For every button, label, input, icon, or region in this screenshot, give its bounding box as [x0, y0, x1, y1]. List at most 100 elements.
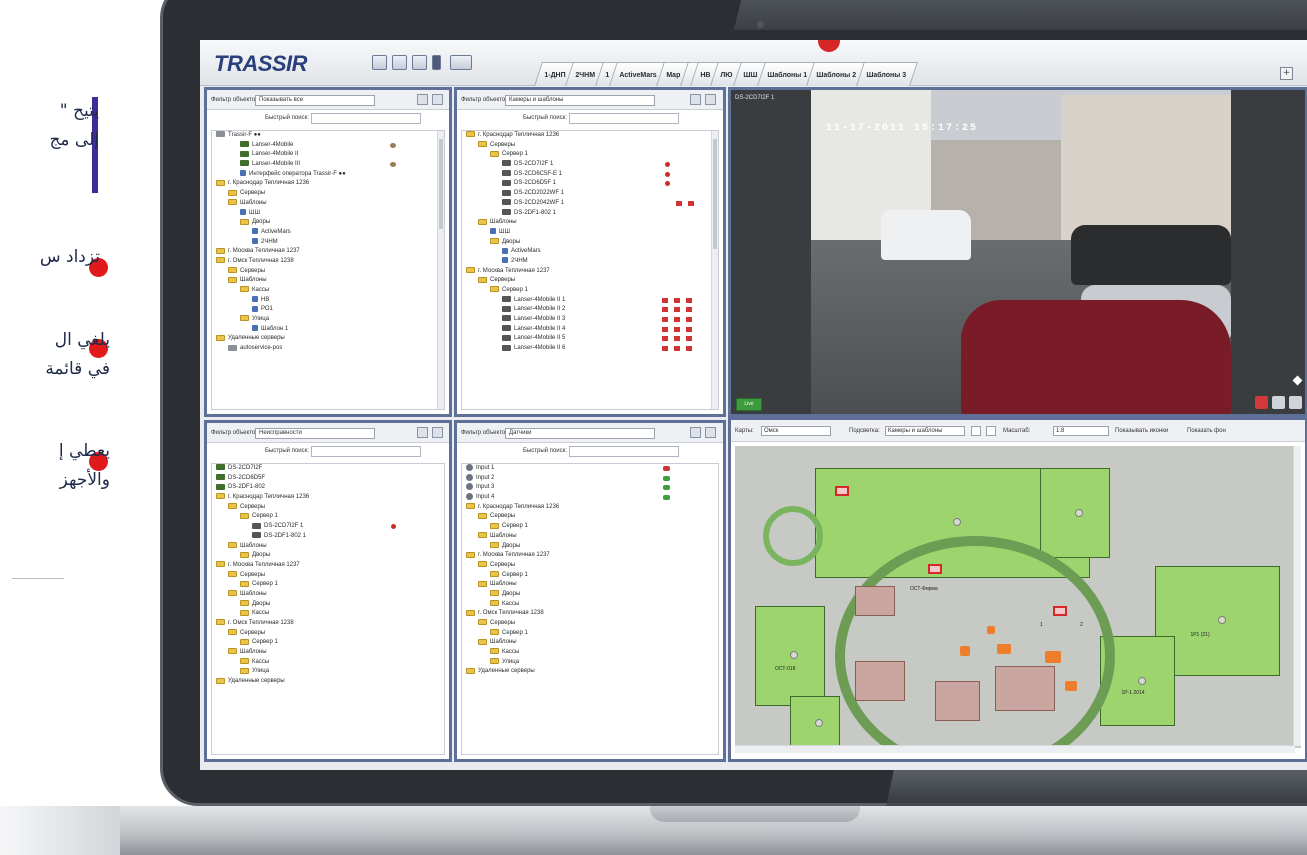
settings-icon[interactable] [417, 427, 428, 438]
tree-row[interactable]: 2ЧНМ [212, 237, 444, 248]
tree-row[interactable]: РО1 [212, 305, 444, 315]
tree-row[interactable]: Шаблоны [212, 276, 444, 286]
scale-select[interactable]: 1:8 [1053, 426, 1109, 436]
tree-row[interactable]: Улица [212, 667, 444, 677]
add-tab-button[interactable]: + [1280, 67, 1293, 80]
tree-row[interactable]: Сервер 1 [462, 150, 718, 160]
tree-row[interactable]: DS-2CD6D5F 1 [462, 179, 718, 189]
tree-row[interactable]: Lanser-4Mobile III [212, 160, 444, 170]
tree-row[interactable]: Серверы [462, 561, 718, 571]
tree-row[interactable]: Сервер 1 [212, 580, 444, 590]
settings-icon[interactable] [1289, 396, 1302, 409]
tree-row[interactable]: DS-2CD7I2F 1 [212, 522, 444, 532]
lock-icon[interactable] [986, 426, 996, 436]
filter-select[interactable]: Показывать все [255, 95, 375, 106]
tree-row[interactable]: Сервер 1 [462, 629, 718, 639]
map-camera-icon[interactable] [1053, 606, 1067, 616]
tree-row[interactable]: ActiveMars [212, 228, 444, 238]
tree-row[interactable]: Серверы [212, 629, 444, 639]
quick-search-input[interactable] [311, 446, 421, 457]
tree-row[interactable]: Lanser-4Mobile II [212, 150, 444, 160]
tree-row[interactable]: Lanser-4Mobile II 2 [462, 305, 718, 315]
tree-row[interactable]: г. Краснодар Тепличная 1236 [212, 493, 444, 503]
tree-row[interactable]: Дворы [212, 218, 444, 228]
tree-row[interactable]: Input 1 [462, 464, 718, 474]
tree-row[interactable]: г. Москва Тепличная 1237 [462, 267, 718, 277]
lock-icon[interactable] [705, 94, 716, 105]
tree-row[interactable]: Дворы [462, 541, 718, 552]
tree-row[interactable]: Дворы [212, 600, 444, 610]
maps-select[interactable]: Омск [761, 426, 831, 436]
tree-row[interactable]: Lanser-4Mobile II 3 [462, 315, 718, 325]
lock-icon[interactable] [432, 94, 443, 105]
tree-row[interactable]: г. Краснодар Тепличная 1236 [462, 131, 718, 141]
layout-menu-button[interactable] [450, 55, 472, 70]
tree-row[interactable]: Шаблоны [462, 580, 718, 590]
tree-row[interactable]: autoservice-pos [212, 344, 444, 354]
tree-row[interactable]: Серверы [212, 570, 444, 581]
settings-icon[interactable] [417, 94, 428, 105]
tree-row[interactable]: Кассы [212, 609, 444, 619]
highlight-select[interactable]: Камеры и шаблоны [885, 426, 965, 436]
live-button[interactable]: Live [736, 398, 762, 411]
tree-row[interactable]: Серверы [462, 141, 718, 151]
tree-row[interactable]: Input 3 [462, 483, 718, 493]
tree-row[interactable]: Шаблоны [462, 218, 718, 228]
tree-row[interactable]: Серверы [212, 189, 444, 199]
tree-row[interactable]: г. Москва Тепличная 1237 [212, 561, 444, 571]
quick-search-input[interactable] [311, 113, 421, 124]
tree-row[interactable]: Lanser-4Mobile II 6 [462, 344, 718, 354]
map-zone[interactable]: ОСТ-018 [755, 606, 825, 706]
lock-icon[interactable] [705, 427, 716, 438]
tree-row[interactable]: DS-2CD7I2F [212, 464, 444, 474]
tab-12[interactable]: Шаблоны 3 [856, 62, 918, 86]
tree-row[interactable]: DS-2DF1-802 1 [462, 208, 718, 219]
tree-row[interactable]: Дворы [462, 237, 718, 248]
tree-row[interactable]: DS-2DF1-802 [212, 483, 444, 493]
settings-icon[interactable] [690, 94, 701, 105]
tree-row[interactable]: Шаблоны [212, 541, 444, 552]
tree-row[interactable]: Сервер 1 [462, 570, 718, 581]
tree-row[interactable]: Серверы [462, 276, 718, 286]
layout-1-button[interactable] [372, 55, 387, 70]
tree-row[interactable]: Серверы [212, 503, 444, 513]
tree-row[interactable]: Улица [212, 315, 444, 325]
camera-view[interactable]: DS-2CD7I2F 1 11-17-2011 15:17:25 Live [728, 87, 1307, 417]
tree-row[interactable]: Улица [462, 658, 718, 668]
tree-row[interactable]: Серверы [462, 619, 718, 629]
tree-row[interactable]: Удаленные серверы [212, 334, 444, 344]
record-icon[interactable] [1255, 396, 1268, 409]
tree-row[interactable]: DS-2CD2042WF 1 [462, 199, 718, 209]
tree-row[interactable]: Lanser-4Mobile [212, 141, 444, 151]
tree-row[interactable]: Дворы [212, 551, 444, 561]
layout-3-button[interactable] [412, 55, 427, 70]
tree-row[interactable]: Lanser-4Mobile II 1 [462, 296, 718, 306]
tree-row[interactable]: ШШ [212, 208, 444, 219]
tree-row[interactable]: Тrassir-F ●● [212, 131, 444, 141]
lock-icon[interactable] [432, 427, 443, 438]
map-canvas[interactable]: ОСТ-018 1Р1 (21) 1Р-1 2014 ОСТ-Фирма 1 2 [735, 446, 1301, 748]
tree-row[interactable]: Input 2 [462, 473, 718, 484]
tree-row[interactable]: Кассы [212, 658, 444, 668]
tree-row[interactable]: г. Краснодар Тепличная 1236 [462, 503, 718, 513]
tree-row[interactable]: Удаленные серверы [462, 667, 718, 677]
tree-row[interactable]: г. Москва Тепличная 1237 [212, 247, 444, 257]
settings-icon[interactable] [690, 427, 701, 438]
tree-row[interactable]: Дворы [462, 590, 718, 600]
tree-row[interactable]: Серверы [212, 267, 444, 277]
map-scrollbar-vertical[interactable] [1293, 446, 1301, 746]
tree-row[interactable]: Сервер 1 [212, 638, 444, 648]
tree-row[interactable]: Кассы [462, 600, 718, 610]
tree-row[interactable]: Кассы [212, 286, 444, 296]
tree-row[interactable]: ШШ [462, 228, 718, 238]
tree-row[interactable]: Шаблоны [212, 199, 444, 209]
tree-row[interactable]: DS-2DF1-802 1 [212, 532, 444, 542]
quick-search-input[interactable] [569, 113, 679, 124]
tree-row[interactable]: НВ [212, 296, 444, 306]
tree-row[interactable]: Сервер 1 [462, 522, 718, 532]
tree-row[interactable]: г. Омск Тепличная 1238 [212, 257, 444, 267]
map-zone[interactable] [1040, 468, 1110, 558]
tree-row[interactable]: DS-2CD6C5F-E 1 [462, 170, 718, 180]
tree-row[interactable]: DS-2CD6D5F [212, 474, 444, 484]
map-camera-icon[interactable] [928, 564, 942, 574]
